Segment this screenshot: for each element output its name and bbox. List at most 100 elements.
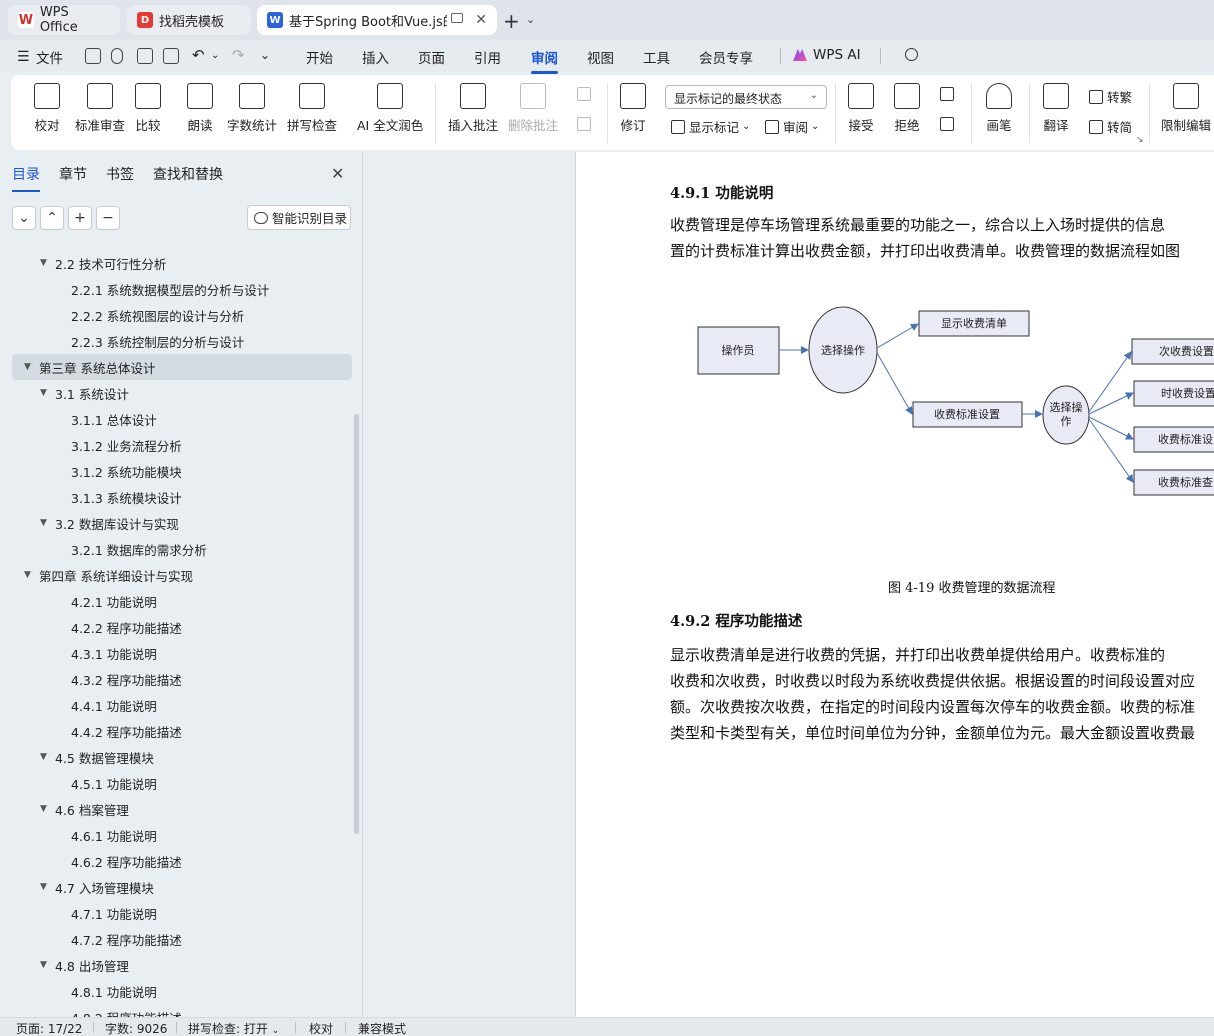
toc-item[interactable]: ▼ 第三章 系统总体设计 [12, 354, 352, 380]
undo-icon[interactable]: ↶ [192, 46, 205, 64]
translate-button[interactable]: 翻译 [1043, 83, 1069, 134]
toc-item[interactable]: ▼ 4.5 数据管理模块 [12, 744, 352, 770]
proofread-button[interactable]: 校对 [34, 83, 60, 134]
to-traditional-button[interactable]: 转繁 [1089, 87, 1132, 106]
menu-page[interactable]: 页面 [418, 47, 445, 67]
tab-bookmarks[interactable]: 书签 [106, 164, 134, 184]
expand-arrow-icon[interactable]: ▼ [24, 570, 31, 580]
document-page[interactable]: 4.9.1 功能说明 收费管理是停车场管理系统最重要的功能之一，综合以上入场时提… [575, 152, 1214, 1017]
menu-home[interactable]: 开始 [306, 47, 333, 67]
spell-check-button[interactable]: 拼写检查 [287, 83, 337, 134]
toc-item[interactable]: 4.2.2 程序功能描述 [12, 614, 352, 640]
toc-item[interactable]: ▼ 第四章 系统详细设计与实现 [12, 562, 352, 588]
toc-item[interactable]: ▼ 2.2 技术可行性分析 [12, 250, 352, 276]
chevron-down-icon[interactable]: ⌄ [526, 13, 535, 26]
tab-wps-office[interactable]: W WPS Office [8, 5, 120, 35]
toc-item[interactable]: ▼ 3.1 系统设计 [12, 380, 352, 406]
accept-button[interactable]: 接受 [848, 83, 874, 134]
toc-item[interactable]: 2.2.3 系统控制层的分析与设计 [12, 328, 352, 354]
insert-comment-button[interactable]: 插入批注 [448, 83, 498, 134]
expand-icon[interactable]: ↘ [1136, 135, 1144, 145]
expand-arrow-icon[interactable]: ▼ [40, 882, 47, 892]
tab-toc[interactable]: 目录 [12, 164, 40, 192]
menu-wps-ai[interactable]: WPS AI [813, 47, 861, 63]
toc-item[interactable]: 4.7.1 功能说明 [12, 900, 352, 926]
toc-item[interactable]: ▼ 4.6 档案管理 [12, 796, 352, 822]
toc-item[interactable]: ▼ 4.8 出场管理 [12, 952, 352, 978]
menu-file[interactable]: 文件 [36, 47, 63, 67]
expand-arrow-icon[interactable]: ▼ [40, 258, 47, 268]
toc-item[interactable]: 4.4.2 程序功能描述 [12, 718, 352, 744]
new-tab-icon[interactable]: + [503, 9, 520, 33]
track-changes-button[interactable]: 修订 [620, 83, 646, 134]
menu-references[interactable]: 引用 [474, 47, 501, 67]
expand-arrow-icon[interactable]: ▼ [40, 804, 47, 814]
print-icon[interactable] [137, 48, 153, 64]
toc-item[interactable]: 4.7.2 程序功能描述 [12, 926, 352, 952]
toc-item[interactable]: 3.1.3 系统模块设计 [12, 484, 352, 510]
word-count-button[interactable]: 字数统计 [227, 83, 277, 134]
export-pdf-icon[interactable] [111, 48, 123, 64]
tab-find-replace[interactable]: 查找和替换 [153, 164, 223, 184]
toc-item[interactable]: 4.3.2 程序功能描述 [12, 666, 352, 692]
toc-item[interactable]: ▼ 3.2 数据库设计与实现 [12, 510, 352, 536]
toc-item[interactable]: 4.8.1 功能说明 [12, 978, 352, 1004]
smart-toc-button[interactable]: 智能识别目录 [247, 205, 351, 230]
scrollbar[interactable] [354, 414, 359, 834]
redo-icon[interactable]: ↷ [232, 46, 245, 64]
menu-tools[interactable]: 工具 [643, 47, 670, 67]
tab-docer-templates[interactable]: D 找稻壳模板 [127, 5, 251, 35]
expand-arrow-icon[interactable]: ▼ [40, 518, 47, 528]
standard-review-button[interactable]: 标准审查 [75, 83, 125, 134]
toc-item[interactable]: 4.5.1 功能说明 [12, 770, 352, 796]
pen-button[interactable]: 画笔 [986, 83, 1012, 134]
toc-item[interactable]: ▼ 4.7 入场管理模块 [12, 874, 352, 900]
ai-polish-button[interactable]: AI 全文润色 [357, 83, 423, 134]
toc-item[interactable]: 4.2.1 功能说明 [12, 588, 352, 614]
delete-comment-button[interactable]: 删除批注 [508, 83, 558, 134]
toc-item[interactable]: 4.6.1 功能说明 [12, 822, 352, 848]
toc-item[interactable]: 3.1.2 系统功能模块 [12, 458, 352, 484]
expand-arrow-icon[interactable]: ▼ [40, 388, 47, 398]
toc-item[interactable]: 3.1.1 总体设计 [12, 406, 352, 432]
save-icon[interactable] [85, 48, 101, 64]
restrict-editing-button[interactable]: 限制编辑 [1161, 83, 1211, 134]
close-icon[interactable]: ✕ [331, 164, 344, 183]
toc-item[interactable]: 3.1.2 业务流程分析 [12, 432, 352, 458]
toc-item[interactable]: 3.2.1 数据库的需求分析 [12, 536, 352, 562]
read-aloud-button[interactable]: 朗读 [187, 83, 213, 134]
expand-arrow-icon[interactable]: ▼ [24, 362, 31, 372]
expand-arrow-icon[interactable]: ▼ [40, 752, 47, 762]
spell-check-indicator[interactable]: 拼写检查: 打开 ⌄ [188, 1020, 279, 1036]
tab-sections[interactable]: 章节 [59, 164, 87, 184]
expand-arrow-icon[interactable]: ▼ [40, 960, 47, 970]
to-simplified-button[interactable]: 转简 [1089, 117, 1132, 136]
reject-button[interactable]: 拒绝 [894, 83, 920, 134]
print-preview-icon[interactable] [163, 48, 179, 64]
previous-change-button[interactable] [940, 87, 958, 101]
chevron-down-icon[interactable]: ⌄ [211, 50, 219, 61]
expand-down-button[interactable]: ⌄ [12, 206, 36, 230]
chevron-down-icon[interactable]: ⌄ [260, 48, 270, 62]
hamburger-icon[interactable]: ☰ [17, 49, 30, 65]
menu-view[interactable]: 视图 [587, 47, 614, 67]
word-count-indicator[interactable]: 字数: 9026 [105, 1020, 167, 1036]
menu-review[interactable]: 审阅 [531, 47, 558, 74]
next-comment-button[interactable] [577, 117, 595, 131]
markup-state-select[interactable]: 显示标记的最终状态 ⌄ [665, 85, 827, 109]
collapse-up-button[interactable]: ⌃ [40, 206, 64, 230]
toc-item[interactable]: 4.4.1 功能说明 [12, 692, 352, 718]
next-change-button[interactable] [940, 117, 958, 131]
previous-comment-button[interactable] [577, 87, 595, 101]
menu-member[interactable]: 会员专享 [699, 47, 753, 67]
remove-heading-button[interactable]: − [96, 206, 120, 230]
search-icon[interactable] [905, 48, 918, 61]
proofread-indicator[interactable]: 校对 [309, 1020, 333, 1036]
page-indicator[interactable]: 页面: 17/22 [16, 1020, 82, 1036]
compare-button[interactable]: 比较 [135, 83, 161, 134]
tab-current-document[interactable]: W 基于Spring Boot和Vue.js的 ✕ [257, 5, 497, 35]
review-pane-button[interactable]: 审阅 ⌄ [765, 117, 819, 136]
menu-insert[interactable]: 插入 [362, 47, 389, 67]
toc-item[interactable]: 4.6.2 程序功能描述 [12, 848, 352, 874]
toc-item[interactable]: 2.2.2 系统视图层的设计与分析 [12, 302, 352, 328]
